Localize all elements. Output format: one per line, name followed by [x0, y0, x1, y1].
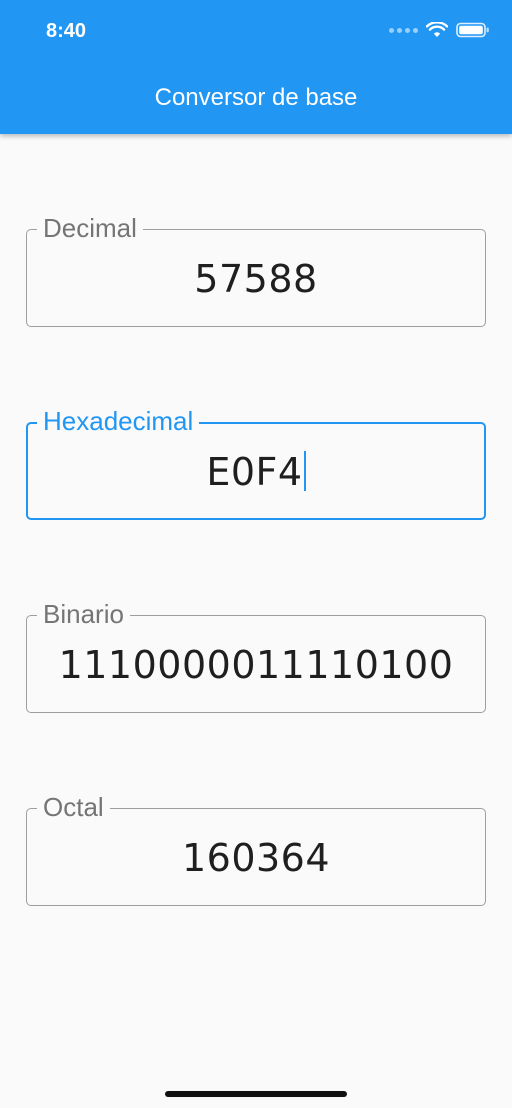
hexadecimal-field-label: Hexadecimal	[37, 406, 200, 436]
home-indicator[interactable]	[165, 1091, 347, 1097]
binary-field-label: Binario	[37, 599, 130, 629]
binary-input[interactable]: 1110000011110100	[27, 640, 485, 690]
octal-field-label: Octal	[37, 792, 110, 822]
hexadecimal-value: E0F4	[206, 450, 303, 494]
signal-dots-icon	[389, 27, 418, 33]
decimal-field-label: Decimal	[37, 213, 143, 243]
octal-field[interactable]: Octal 160364	[26, 792, 486, 906]
battery-icon	[456, 22, 489, 38]
hexadecimal-input[interactable]: E0F4	[28, 447, 484, 497]
hexadecimal-field[interactable]: Hexadecimal E0F4	[26, 406, 486, 520]
decimal-input[interactable]: 57588	[27, 254, 485, 304]
octal-input[interactable]: 160364	[27, 833, 485, 883]
status-time: 8:40	[46, 20, 87, 42]
status-icons	[389, 22, 490, 38]
wifi-icon	[426, 22, 448, 37]
text-cursor	[303, 451, 306, 491]
page-title: Conversor de base	[154, 84, 358, 111]
binary-field[interactable]: Binario 1110000011110100	[26, 599, 486, 713]
app-bar: 8:40 Conversor de base	[0, 0, 512, 134]
decimal-field[interactable]: Decimal 57588	[26, 213, 486, 327]
